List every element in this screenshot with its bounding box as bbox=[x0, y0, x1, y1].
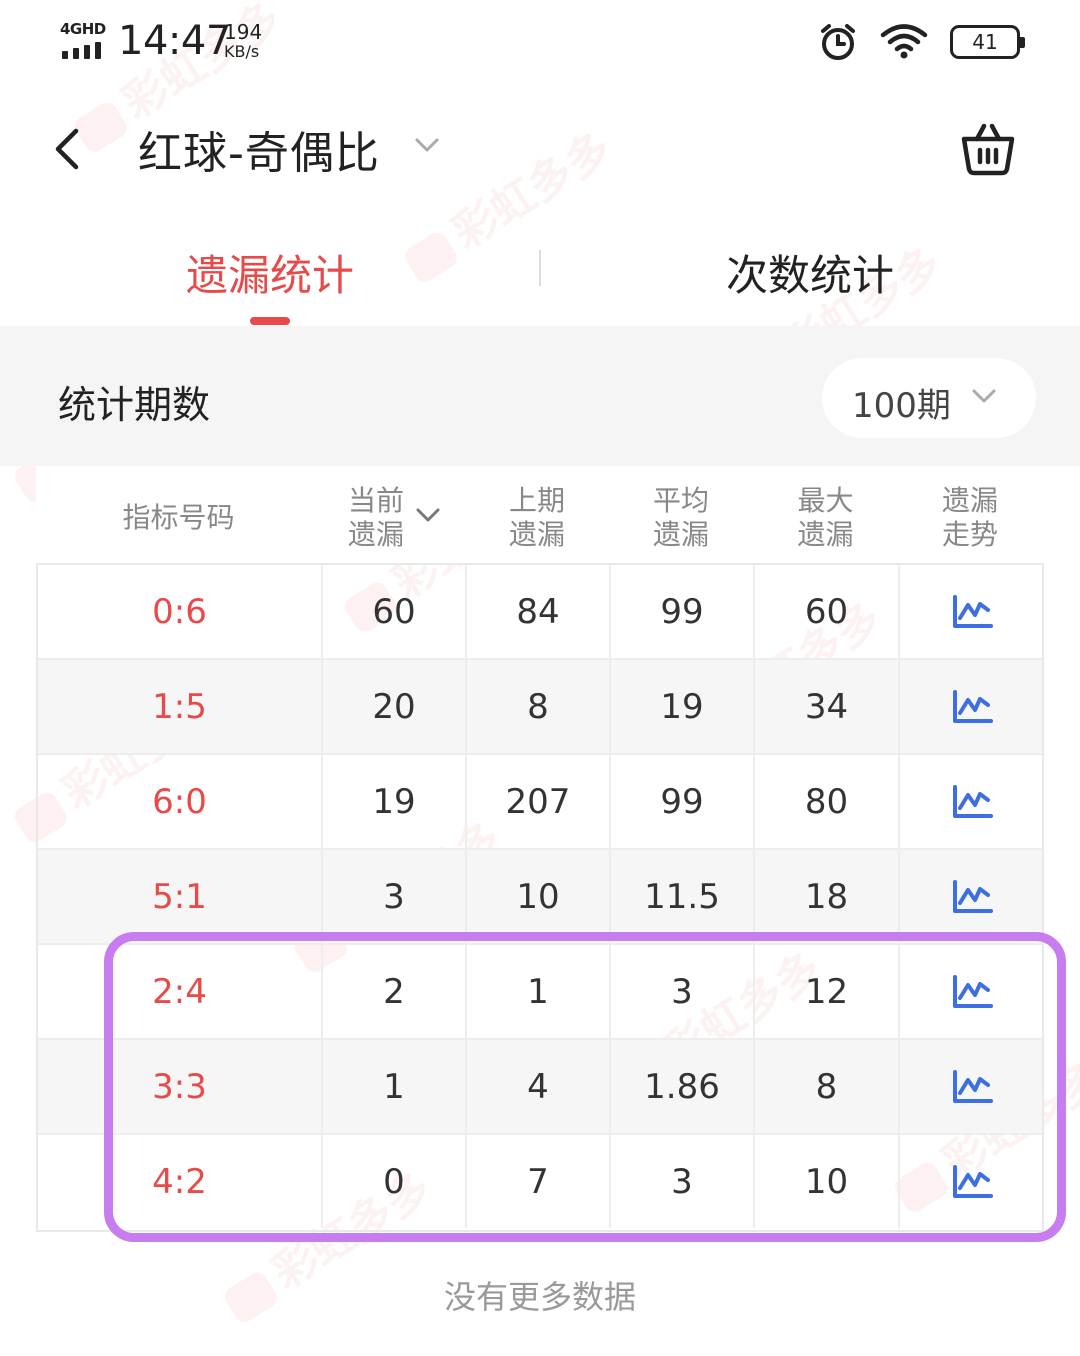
column-header-max-omission: 最大 遗漏 bbox=[797, 484, 854, 551]
max-omission-cell: 10 bbox=[755, 1135, 900, 1228]
trend-cell[interactable] bbox=[900, 660, 1044, 753]
previous-omission-cell: 1 bbox=[467, 945, 611, 1038]
average-omission-cell: 3 bbox=[611, 1135, 755, 1228]
current-omission-cell: 60 bbox=[323, 565, 467, 658]
tab-omission-stats[interactable]: 遗漏统计 bbox=[0, 242, 540, 303]
basket-icon[interactable] bbox=[958, 119, 1018, 179]
ratio-cell: 1:5 bbox=[38, 660, 323, 753]
ratio-cell: 5:1 bbox=[38, 850, 323, 943]
column-header-average-omission: 平均 遗漏 bbox=[652, 484, 709, 551]
table-row: 5:1 3 10 11.5 18 bbox=[38, 850, 1042, 945]
sort-chevron-icon[interactable] bbox=[414, 504, 442, 526]
previous-omission-cell: 207 bbox=[467, 755, 611, 848]
average-omission-cell: 11.5 bbox=[611, 850, 755, 943]
network-type: 4GHD bbox=[60, 20, 106, 38]
table-row: 1:5 20 8 19 34 bbox=[38, 660, 1042, 755]
trend-cell[interactable] bbox=[900, 1040, 1044, 1133]
max-omission-cell: 18 bbox=[755, 850, 900, 943]
max-omission-cell: 34 bbox=[755, 660, 900, 753]
previous-omission-cell: 8 bbox=[467, 660, 611, 753]
tab-count-stats[interactable]: 次数统计 bbox=[540, 242, 1080, 303]
current-omission-cell: 3 bbox=[323, 850, 467, 943]
previous-omission-cell: 84 bbox=[467, 565, 611, 658]
stats-period-label: 统计期数 bbox=[58, 383, 211, 427]
current-omission-cell: 20 bbox=[323, 660, 467, 753]
trend-chart-icon[interactable] bbox=[951, 879, 993, 915]
average-omission-cell: 99 bbox=[611, 755, 755, 848]
table-row: 3:3 1 4 1.86 8 bbox=[38, 1040, 1042, 1135]
active-tab-indicator bbox=[250, 317, 290, 325]
average-omission-cell: 99 bbox=[611, 565, 755, 658]
max-omission-cell: 80 bbox=[755, 755, 900, 848]
trend-chart-icon[interactable] bbox=[951, 1069, 993, 1105]
status-time: 14:47 bbox=[118, 18, 231, 64]
previous-omission-cell: 7 bbox=[467, 1135, 611, 1228]
trend-chart-icon[interactable] bbox=[951, 1164, 993, 1200]
trend-cell[interactable] bbox=[900, 755, 1044, 848]
network-speed-value: 194 bbox=[224, 20, 263, 44]
ratio-cell: 4:2 bbox=[38, 1135, 323, 1228]
table-row: 4:2 0 7 3 10 bbox=[38, 1135, 1042, 1230]
wifi-icon bbox=[880, 24, 928, 59]
current-omission-cell: 2 bbox=[323, 945, 467, 1038]
trend-chart-icon[interactable] bbox=[951, 784, 993, 820]
trend-chart-icon[interactable] bbox=[951, 689, 993, 725]
table-row: 6:0 19 207 99 80 bbox=[38, 755, 1042, 850]
cellular-signal-icon: 4GHD bbox=[60, 20, 108, 59]
stats-period-panel: 统计期数 100期 bbox=[0, 326, 1080, 466]
current-omission-cell: 0 bbox=[323, 1135, 467, 1228]
trend-cell[interactable] bbox=[900, 850, 1044, 943]
period-select-value: 100期 bbox=[852, 386, 951, 426]
trend-cell[interactable] bbox=[900, 945, 1044, 1038]
battery-icon: 41 bbox=[950, 25, 1025, 59]
max-omission-cell: 12 bbox=[755, 945, 900, 1038]
alarm-icon bbox=[821, 24, 855, 60]
trend-cell[interactable] bbox=[900, 565, 1044, 658]
ratio-cell: 3:3 bbox=[38, 1040, 323, 1133]
table-header: 指标号码 当前 遗漏 上期 遗漏 平均 遗漏 最大 遗漏 遗漏 走势 bbox=[36, 466, 1044, 564]
ratio-cell: 0:6 bbox=[38, 565, 323, 658]
tab-bar: 遗漏统计 次数统计 bbox=[0, 220, 1080, 326]
average-omission-cell: 1.86 bbox=[611, 1040, 755, 1133]
chevron-down-icon bbox=[972, 389, 996, 403]
trend-chart-icon[interactable] bbox=[951, 594, 993, 630]
trend-cell[interactable] bbox=[900, 1135, 1044, 1228]
column-header-omission-trend: 遗漏 走势 bbox=[941, 484, 998, 551]
current-omission-cell: 19 bbox=[323, 755, 467, 848]
network-speed: 194 KB/s bbox=[224, 22, 262, 62]
battery-level: 41 bbox=[972, 30, 998, 54]
period-select[interactable]: 100期 bbox=[822, 358, 1036, 438]
average-omission-cell: 3 bbox=[611, 945, 755, 1038]
previous-omission-cell: 10 bbox=[467, 850, 611, 943]
no-more-data-text: 没有更多数据 bbox=[443, 1278, 636, 1316]
page-title[interactable]: 红球-奇偶比 bbox=[138, 117, 380, 181]
previous-omission-cell: 4 bbox=[467, 1040, 611, 1133]
status-bar: 4GHD 14:47 194 KB/s 41 bbox=[0, 0, 1080, 90]
ratio-cell: 6:0 bbox=[38, 755, 323, 848]
table-row: 2:4 2 1 3 12 bbox=[38, 945, 1042, 1040]
back-arrow-icon[interactable] bbox=[42, 121, 98, 177]
chevron-down-icon[interactable] bbox=[412, 133, 442, 157]
app-header: 红球-奇偶比 bbox=[0, 95, 1080, 205]
column-header-previous-omission: 上期 遗漏 bbox=[508, 484, 565, 551]
max-omission-cell: 60 bbox=[755, 565, 900, 658]
column-header-indicator: 指标号码 bbox=[122, 501, 235, 534]
ratio-cell: 2:4 bbox=[38, 945, 323, 1038]
average-omission-cell: 19 bbox=[611, 660, 755, 753]
trend-chart-icon[interactable] bbox=[951, 974, 993, 1010]
network-speed-unit: KB/s bbox=[224, 42, 260, 61]
current-omission-cell: 1 bbox=[323, 1040, 467, 1133]
omission-table: 0:6 60 84 99 60 1:5 20 8 19 34 6:0 19 20… bbox=[36, 563, 1044, 1232]
table-row: 0:6 60 84 99 60 bbox=[38, 565, 1042, 660]
max-omission-cell: 8 bbox=[755, 1040, 900, 1133]
